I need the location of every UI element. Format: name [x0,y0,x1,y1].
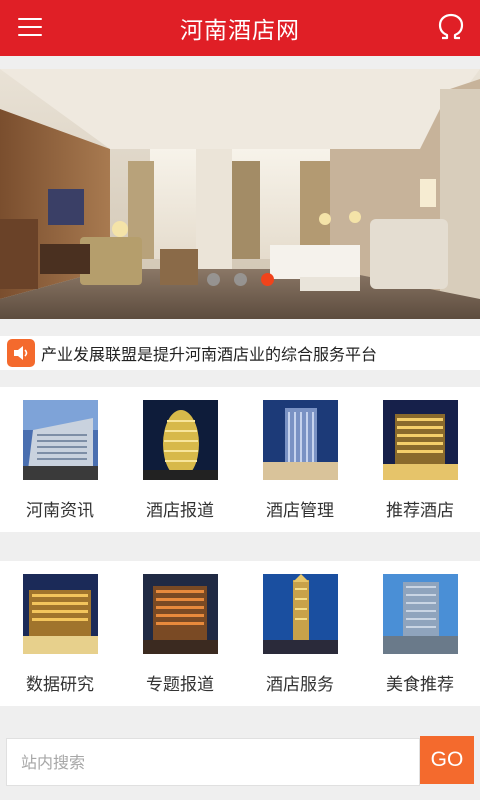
notice-bar: 产业发展联盟是提升河南酒店业的综合服务平台 [0,336,480,370]
nav-label: 美食推荐 [386,675,454,695]
nav-item-recommended-hotels[interactable]: 推荐酒店 [360,387,480,532]
nav-item-data-research[interactable]: 数据研究 [0,561,120,706]
carousel-dot-active[interactable] [260,273,274,286]
nav-label: 推荐酒店 [386,501,454,521]
nav-item-hotel-management[interactable]: 酒店管理 [240,387,360,532]
carousel-dot[interactable] [206,273,220,286]
hotel-lit-photo [23,574,98,654]
speaker-icon [7,339,35,367]
carousel-dot[interactable] [233,273,247,286]
hotel-building-photo [23,400,98,480]
nav-label: 酒店管理 [266,501,334,521]
omega-user-icon[interactable] [434,10,468,44]
notice-text: 产业发展联盟是提升河南酒店业的综合服务平台 [41,345,378,364]
nav-label: 河南资讯 [26,501,94,521]
nav-grid-row-2: 数据研究 专题报道 酒店服务 美食推荐 [0,561,480,706]
nav-item-hotel-services[interactable]: 酒店服务 [240,561,360,706]
search-bar: GO [0,730,480,800]
nav-item-special-reports[interactable]: 专题报道 [120,561,240,706]
hotel-night-photo [383,400,458,480]
hotel-tower-photo [143,400,218,480]
go-button[interactable]: GO [420,736,474,784]
menu-icon[interactable] [18,18,42,38]
nav-label: 专题报道 [146,675,214,695]
nav-label: 酒店服务 [266,675,334,695]
hotel-dusk-photo [143,574,218,654]
hotel-skyscraper-photo [263,400,338,480]
search-input[interactable] [6,738,420,786]
carousel-dots [0,273,480,289]
app-header: 河南酒店网 [0,0,480,56]
nav-item-hotel-reports[interactable]: 酒店报道 [120,387,240,532]
site-title: 河南酒店网 [180,18,300,44]
nav-item-henan-news[interactable]: 河南资讯 [0,387,120,532]
nav-grid-row-1: 河南资讯 酒店报道 酒店管理 推荐酒店 [0,387,480,532]
hotel-complex-photo [383,574,458,654]
nav-item-food-recommendations[interactable]: 美食推荐 [360,561,480,706]
nav-label: 数据研究 [26,675,94,695]
hotel-tower-night-photo [263,574,338,654]
nav-label: 酒店报道 [146,501,214,521]
